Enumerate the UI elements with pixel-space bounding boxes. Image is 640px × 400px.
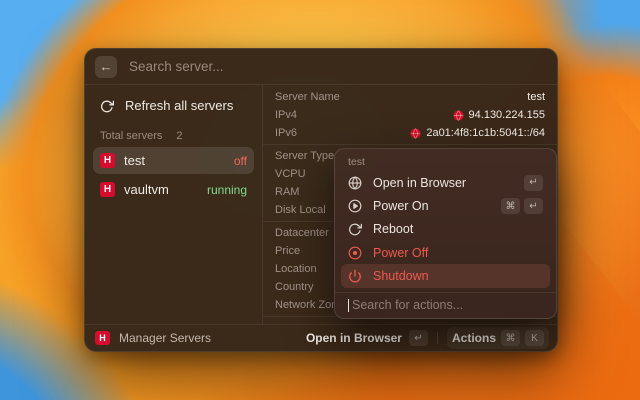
cmd-key-badge: ⌘ bbox=[501, 330, 520, 346]
detail-value: test bbox=[527, 91, 545, 103]
detail-label: VCPU bbox=[275, 168, 306, 180]
menu-item-reboot[interactable]: Reboot bbox=[341, 218, 550, 241]
text-caret bbox=[348, 298, 349, 312]
menu-item-shutdown[interactable]: Shutdown bbox=[341, 264, 550, 288]
globe-red-icon bbox=[452, 109, 464, 121]
detail-label: Country bbox=[275, 281, 314, 293]
detail-row-server-name: Server Name test bbox=[275, 88, 545, 106]
actions-search-input[interactable]: Search for actions... bbox=[335, 293, 556, 318]
shortcut-keys: ↵ bbox=[524, 174, 543, 191]
divider bbox=[436, 332, 438, 344]
server-status-badge: running bbox=[206, 182, 247, 197]
actions-label: Actions bbox=[451, 331, 496, 345]
menu-item-label: Reboot bbox=[373, 222, 414, 237]
detail-label: Price bbox=[275, 245, 301, 257]
total-servers-header: Total servers 2 bbox=[93, 126, 254, 145]
footer-actions: Open in Browser ↵ Actions ⌘ K bbox=[306, 327, 549, 349]
shortcut-keys: ⌘ ↵ bbox=[501, 198, 543, 215]
detail-value: 2a01:4f8:1c1b:5041::/64 bbox=[410, 127, 545, 139]
server-status-badge: off bbox=[233, 153, 247, 168]
app-name: Manager Servers bbox=[119, 331, 212, 345]
footer-bar: H Manager Servers Open in Browser ↵ Acti… bbox=[85, 324, 557, 351]
detail-label: Server Type bbox=[275, 150, 335, 162]
hetzner-logo-icon: H bbox=[95, 331, 110, 345]
desktop: ← Search server... Refresh all servers T… bbox=[0, 0, 640, 400]
refresh-icon bbox=[348, 222, 362, 236]
enter-key-badge: ↵ bbox=[524, 174, 543, 191]
record-circle-icon bbox=[348, 246, 362, 260]
detail-label: IPv6 bbox=[275, 127, 298, 139]
server-list-item-vaultvm[interactable]: H vaultvm running bbox=[93, 176, 254, 203]
globe-icon bbox=[348, 175, 362, 190]
arrow-left-icon: ← bbox=[99, 59, 113, 74]
actions-menu-title: test bbox=[348, 156, 365, 168]
server-name: vaultvm bbox=[124, 182, 169, 197]
detail-label: RAM bbox=[275, 186, 300, 198]
ipv6-value: 2a01:4f8:1c1b:5041::/64 bbox=[426, 127, 545, 139]
detail-row-ipv6: IPv6 2a01:4f8:1c1b:5041::/64 bbox=[275, 124, 545, 142]
back-button[interactable]: ← bbox=[95, 55, 117, 78]
actions-menu: test Open in Browser ↵ Power On ⌘ ↵ Rebo… bbox=[334, 148, 557, 319]
detail-label: Disk Local bbox=[275, 204, 326, 216]
detail-label: Server Name bbox=[275, 91, 340, 103]
menu-item-label: Open in Browser bbox=[373, 175, 467, 190]
total-servers-count: 2 bbox=[176, 129, 183, 142]
menu-item-open-in-browser[interactable]: Open in Browser ↵ bbox=[341, 171, 550, 194]
detail-label: Location bbox=[275, 263, 317, 275]
actions-search-placeholder: Search for actions... bbox=[352, 298, 464, 313]
menu-item-power-on[interactable]: Power On ⌘ ↵ bbox=[341, 194, 550, 217]
ipv4-value: 94.130.224.155 bbox=[468, 109, 545, 121]
divider bbox=[263, 144, 557, 145]
hetzner-logo-icon: H bbox=[100, 182, 115, 197]
server-name: test bbox=[124, 153, 145, 168]
refresh-all-servers-item[interactable]: Refresh all servers bbox=[93, 92, 254, 119]
enter-key-badge: ↵ bbox=[524, 198, 543, 215]
menu-item-power-off[interactable]: Power Off bbox=[341, 241, 550, 264]
hetzner-logo-icon: H bbox=[100, 153, 115, 168]
play-circle-icon bbox=[348, 199, 362, 213]
actions-button[interactable]: Actions ⌘ K bbox=[446, 327, 549, 349]
menu-item-label: Power On bbox=[373, 199, 429, 214]
detail-label: IPv4 bbox=[275, 109, 298, 121]
globe-red-icon bbox=[410, 127, 421, 139]
cmd-key-badge: ⌘ bbox=[501, 198, 520, 215]
search-bar: ← Search server... bbox=[85, 49, 557, 85]
menu-item-label: Power Off bbox=[373, 245, 429, 260]
k-key-badge: K bbox=[525, 330, 544, 346]
primary-action-button[interactable]: Open in Browser bbox=[306, 331, 402, 345]
detail-label: Datacenter bbox=[275, 227, 329, 239]
enter-key-badge: ↵ bbox=[408, 330, 428, 346]
refresh-all-servers-label: Refresh all servers bbox=[125, 98, 234, 113]
search-input[interactable]: Search server... bbox=[129, 59, 224, 74]
detail-row-ipv4: IPv4 94.130.224.155 bbox=[275, 106, 545, 124]
detail-value: 94.130.224.155 bbox=[452, 109, 545, 121]
power-icon bbox=[348, 269, 362, 283]
server-list-panel: Refresh all servers Total servers 2 H te… bbox=[85, 85, 263, 324]
refresh-icon bbox=[100, 99, 114, 113]
server-list-item-test[interactable]: H test off bbox=[93, 147, 254, 174]
menu-item-label: Shutdown bbox=[373, 269, 429, 284]
total-servers-label: Total servers bbox=[100, 129, 163, 142]
